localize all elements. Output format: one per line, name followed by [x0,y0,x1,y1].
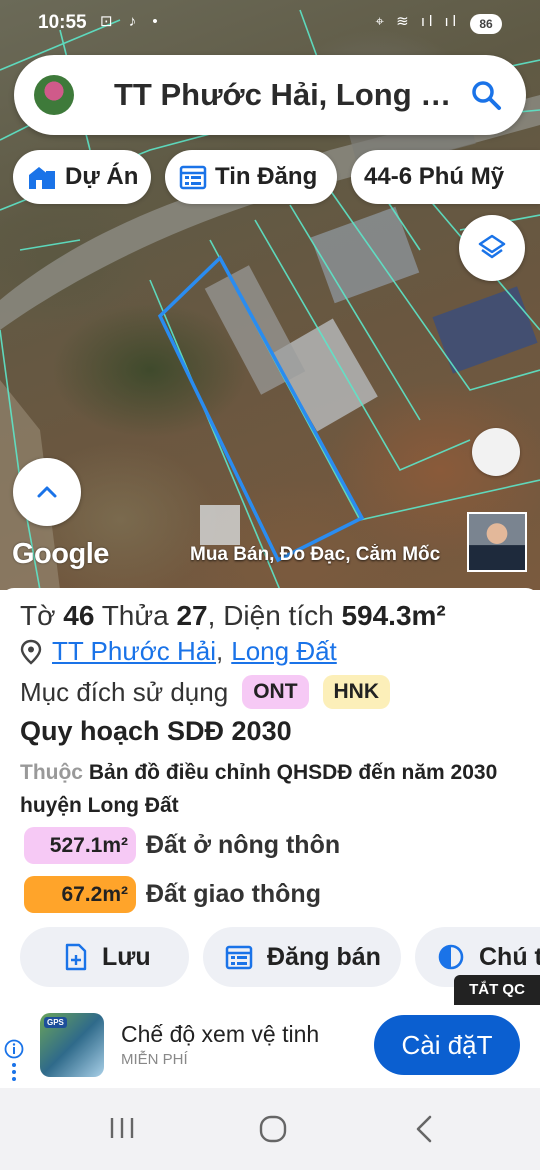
save-button[interactable]: Lưu [20,927,189,987]
lot-label: Thửa [101,600,169,631]
app-avatar[interactable] [34,75,74,115]
parcel-summary: Tờ 46 Thửa 27, Diện tích 594.3m² [20,600,446,631]
search-icon[interactable] [470,79,502,111]
contrast-icon [438,944,464,970]
status-bar: 10:55 ⊡ ♪ • ⌖ ≋ ıl ıl 86 [0,8,540,38]
purpose-tag-ont[interactable]: ONT [242,675,309,709]
layers-icon [478,234,506,259]
land-purpose-row: Mục đích sử dụng ONT HNK [20,675,391,709]
belongs-text: Bản đồ điều chỉnh QHSDĐ đến năm 2030 huy… [20,761,498,817]
ad-subtitle: MIỄN PHÍ [121,1051,188,1068]
building-icon [29,167,55,189]
save-button-label: Lưu [102,942,151,971]
chip-du-an[interactable]: Dự Án [13,150,151,204]
post-sale-label: Đăng bán [267,942,381,971]
search-text[interactable]: TT Phước Hải, Long … [114,75,459,115]
legend-label: Chú thích [479,942,540,971]
calendar-list-icon [225,945,253,970]
ad-banner[interactable]: GPS Chế độ xem vệ tinh MIỄN PHÍ Cài đặT [0,1005,540,1088]
system-nav-bar [0,1088,540,1170]
notification-icons: ⊡ ♪ • [100,13,164,30]
planning-area-label: Đất ở nông thôn [146,831,341,859]
ad-info-icon[interactable] [4,1039,24,1085]
planning-area-value: 67.2m² [24,876,136,913]
search-bar[interactable]: TT Phước Hải, Long … [14,55,526,135]
google-logo: Google [12,538,109,570]
ad-app-badge: GPS [44,1017,67,1028]
sheet-label: Tờ [20,600,56,631]
parcel-location: TT Phước Hải , Long Đất [20,636,337,667]
location-district-link[interactable]: Long Đất [231,636,337,667]
planning-source: Thuộc Bản đồ điều chỉnh QHSDĐ đến năm 20… [20,756,520,822]
close-ad-button[interactable]: TẮT QC [454,975,540,1005]
layers-button[interactable] [459,215,525,281]
battery-icon: 86 [470,14,502,34]
location-pin-icon [20,639,42,665]
back-icon[interactable] [414,1114,434,1144]
recent-apps-icon[interactable] [108,1114,136,1142]
sheet-number: 46 [63,600,95,631]
area-label: Diện tích [223,600,334,631]
parcel-area: 594.3m² [341,600,446,631]
post-sale-button[interactable]: Đăng bán [203,927,401,987]
ad-title[interactable]: Chế độ xem vệ tinh [121,1021,319,1048]
chip-tin-dang[interactable]: Tin Đăng [165,150,337,204]
chevron-up-icon [37,486,57,498]
chip-du-an-label: Dự Án [65,163,139,190]
status-time: 10:55 [38,12,87,33]
calendar-list-icon [179,165,207,190]
location-toggle-button[interactable] [472,428,520,476]
belongs-prefix: Thuộc [20,761,83,784]
planning-area-row: 527.1m² Đất ở nông thôn [24,827,340,864]
planning-area-label: Đất giao thông [146,880,321,908]
lot-number: 27 [176,600,208,631]
expand-up-button[interactable] [13,458,81,526]
map-caption: Mua Bán, Đo Đạc, Cắm Mốc [190,544,441,565]
agent-avatar[interactable] [467,512,527,572]
signal-wifi-icons: ⌖ ≋ ıl ıl [375,13,460,30]
ad-install-button[interactable]: Cài đặT [374,1015,520,1075]
planning-area-row: 67.2m² Đất giao thông [24,876,321,913]
planning-title: Quy hoạch SDĐ 2030 [20,716,292,746]
purpose-label: Mục đích sử dụng [20,676,229,707]
home-icon[interactable] [258,1114,288,1144]
chip-address-label: 44-6 Phú Mỹ [364,163,505,190]
chip-address[interactable]: 44-6 Phú Mỹ [351,150,540,204]
ad-app-icon[interactable]: GPS [40,1013,104,1077]
chip-tin-dang-label: Tin Đăng [215,163,318,190]
purpose-tag-hnk[interactable]: HNK [322,675,391,709]
location-town-link[interactable]: TT Phước Hải [52,636,216,667]
planning-area-value: 527.1m² [24,827,136,864]
file-add-icon [65,943,87,971]
